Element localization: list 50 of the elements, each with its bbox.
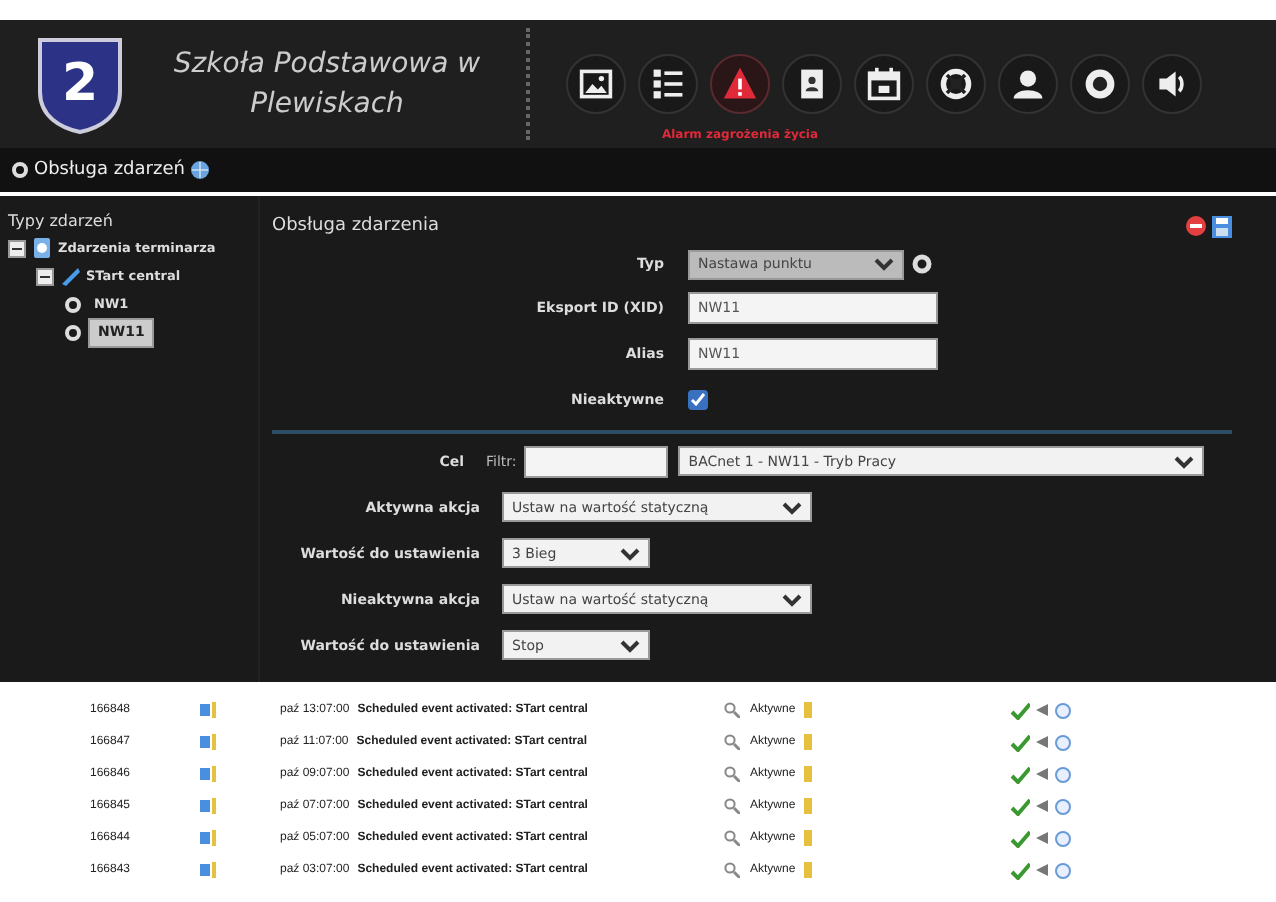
logo-number: 2 bbox=[61, 58, 99, 110]
save-icon bbox=[1212, 216, 1232, 238]
search-icon bbox=[724, 798, 740, 814]
caret-icon bbox=[874, 256, 894, 272]
search-icon bbox=[724, 830, 740, 846]
image-button[interactable] bbox=[566, 54, 626, 114]
section-title: Obsługa zdarzeń bbox=[34, 160, 185, 180]
person-button[interactable] bbox=[998, 54, 1058, 114]
event-icon bbox=[200, 766, 216, 782]
shield-drawing bbox=[36, 34, 124, 134]
pencil-icon bbox=[60, 266, 80, 286]
calendar-icon bbox=[866, 66, 902, 102]
form-title: Obsługa zdarzenia bbox=[272, 216, 439, 236]
speaker-button[interactable] bbox=[1142, 54, 1202, 114]
checkmark-icon bbox=[690, 392, 706, 406]
lifebuoy-icon bbox=[938, 66, 974, 102]
event-icon bbox=[200, 734, 216, 750]
speaker-icon bbox=[1154, 66, 1190, 102]
school-name: Szkoła Podstawowa w Plewiskach bbox=[171, 46, 483, 124]
caret-icon bbox=[782, 591, 802, 607]
person-icon bbox=[1010, 66, 1046, 102]
delete-icon bbox=[1186, 216, 1206, 236]
expander-icon[interactable] bbox=[8, 239, 26, 257]
event-icon bbox=[200, 830, 216, 846]
warning-button[interactable] bbox=[710, 54, 770, 114]
checkbox[interactable] bbox=[688, 389, 708, 409]
search-icon bbox=[724, 702, 740, 718]
event-icon bbox=[200, 702, 216, 718]
warning-icon bbox=[722, 66, 758, 102]
caret-icon bbox=[620, 637, 640, 653]
lifebuoy-button[interactable] bbox=[926, 54, 986, 114]
contact-book-button[interactable] bbox=[782, 54, 842, 114]
list-button[interactable] bbox=[638, 54, 698, 114]
image-icon bbox=[578, 66, 614, 102]
search-icon bbox=[724, 766, 740, 782]
tree-heading: Typy zdarzeń bbox=[8, 212, 115, 230]
search-icon bbox=[724, 862, 740, 878]
caret-icon bbox=[1174, 453, 1195, 469]
expander-icon[interactable] bbox=[36, 267, 54, 285]
stop-button[interactable] bbox=[1070, 54, 1130, 114]
search-icon bbox=[724, 734, 740, 750]
caret-icon bbox=[782, 499, 802, 515]
event-icon bbox=[200, 798, 216, 814]
filter-field[interactable] bbox=[524, 445, 669, 477]
stop-icon bbox=[1082, 66, 1118, 102]
caret-icon bbox=[620, 545, 640, 561]
event-icon bbox=[200, 862, 216, 878]
calendar-button[interactable] bbox=[854, 54, 914, 114]
globe-icon bbox=[190, 160, 211, 180]
list-icon bbox=[650, 66, 686, 102]
